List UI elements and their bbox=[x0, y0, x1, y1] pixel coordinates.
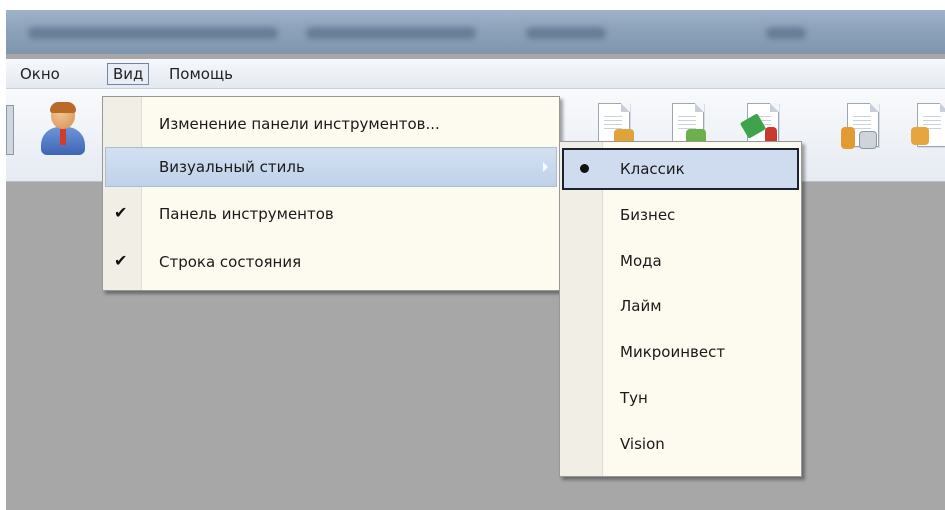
menu-item-label: Лайм bbox=[620, 297, 662, 315]
menu-item-label: Vision bbox=[620, 435, 665, 453]
menu-item-label: Панель инструментов bbox=[159, 205, 334, 223]
menu-item-customize-toolbar[interactable]: Изменение панели инструментов... bbox=[105, 105, 557, 145]
menu-item-status-bar[interactable]: ✔ Строка состояния bbox=[105, 243, 557, 283]
menu-item-style-business[interactable]: Бизнес bbox=[562, 196, 799, 236]
menu-item-label: Визуальный стиль bbox=[159, 158, 305, 176]
menu-item-label: Изменение панели инструментов... bbox=[159, 115, 440, 133]
menu-window[interactable]: Окно bbox=[15, 64, 65, 84]
view-menu: Изменение панели инструментов... Визуаль… bbox=[102, 96, 560, 291]
checkmark-icon: ✔ bbox=[114, 203, 128, 222]
menu-help[interactable]: Помощь bbox=[164, 64, 238, 84]
title-bar bbox=[6, 10, 945, 54]
checkmark-icon: ✔ bbox=[114, 251, 128, 270]
radio-bullet-icon bbox=[580, 164, 589, 173]
submenu-arrow-icon bbox=[543, 162, 548, 172]
menu-item-label: Классик bbox=[620, 160, 685, 178]
menu-item-label: Тун bbox=[620, 389, 648, 407]
document-icon[interactable] bbox=[911, 99, 945, 157]
menu-item-visual-style[interactable]: Визуальный стиль bbox=[105, 147, 557, 187]
menu-item-label: Бизнес bbox=[620, 206, 676, 224]
menu-item-style-toon[interactable]: Тун bbox=[562, 379, 799, 419]
menu-bar: Окно Вид Помощь bbox=[6, 59, 945, 89]
user-icon[interactable] bbox=[38, 102, 88, 159]
toolbar-separator bbox=[6, 105, 14, 155]
document-icon[interactable] bbox=[841, 99, 885, 157]
menu-item-style-fashion[interactable]: Мода bbox=[562, 242, 799, 282]
menu-item-toolbar[interactable]: ✔ Панель инструментов bbox=[105, 195, 557, 235]
menu-item-style-classic[interactable]: Классик bbox=[562, 148, 799, 190]
menu-item-style-lime[interactable]: Лайм bbox=[562, 287, 799, 327]
visual-style-submenu: Классик Бизнес Мода Лайм Микроинвест Тун… bbox=[559, 141, 802, 477]
menu-item-label: Строка состояния bbox=[159, 253, 302, 271]
menu-item-style-vision[interactable]: Vision bbox=[562, 425, 799, 465]
menu-item-label: Мода bbox=[620, 252, 662, 270]
menu-item-label: Микроинвест bbox=[620, 343, 726, 361]
menu-view[interactable]: Вид bbox=[107, 63, 150, 85]
menu-item-style-microinvest[interactable]: Микроинвест bbox=[562, 333, 799, 373]
